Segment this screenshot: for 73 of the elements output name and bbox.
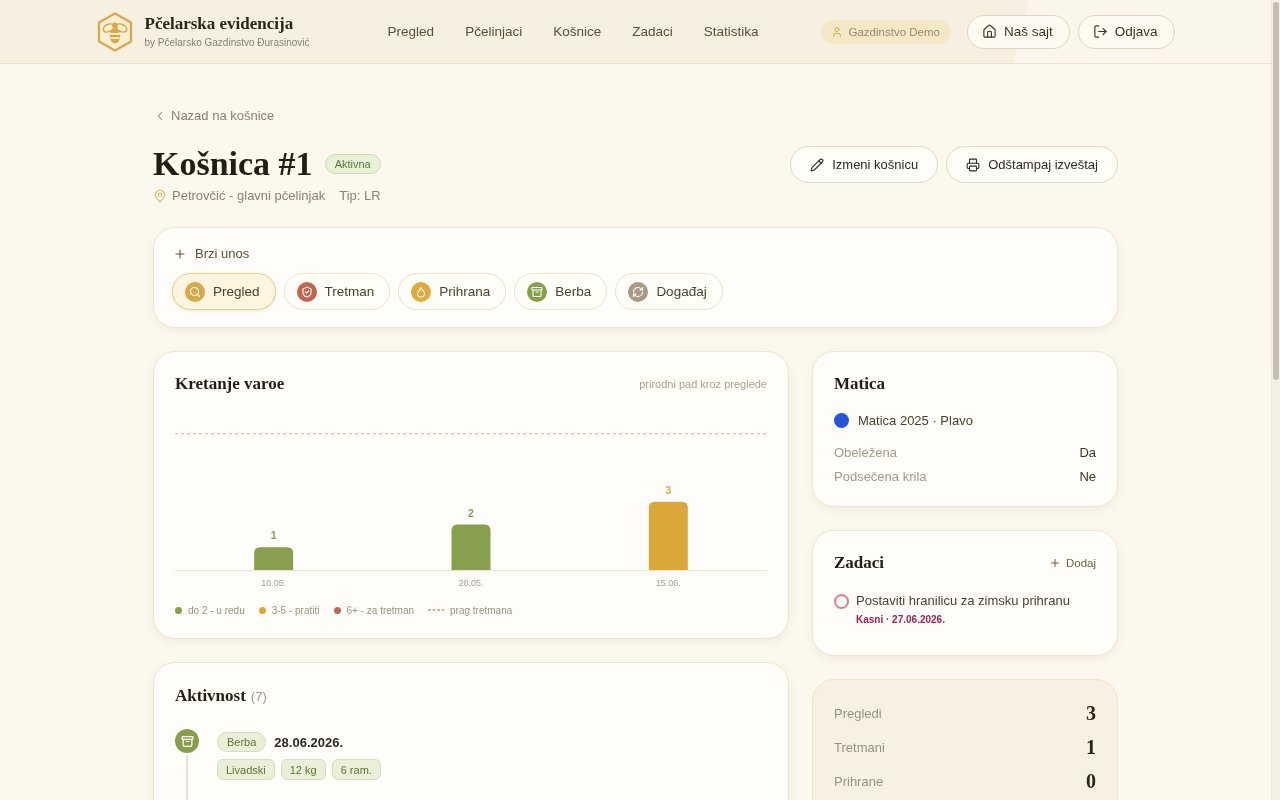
x-axis-label: 15.06. [655,578,681,588]
quick-entry-button[interactable]: Pregled [172,273,276,310]
detail-tag: 6 ram. [331,759,381,780]
quick-entry-button[interactable]: Tretman [283,273,391,310]
user-icon [830,25,843,38]
map-pin-icon [153,189,167,203]
x-axis-label: 10.05. [261,578,287,588]
header-button[interactable]: Naš sajt [966,14,1070,49]
card-caption: prirodni pad kroz preglede [639,378,767,390]
legend-label: do 2 - u redu [188,604,245,616]
stat-label: Tretmani [834,739,885,755]
plus-icon [173,247,187,261]
section-title: Brzi unos [195,246,250,262]
nav-link[interactable]: Pčelinjaci [465,22,523,44]
scrollbar-thumb[interactable] [1273,2,1279,380]
detail-label: Obeležena [834,444,897,460]
card-title: Aktivnost [175,686,246,706]
location-text: Petrovčić - glavni pčelinjak [172,188,326,204]
task-title: Postaviti hranilicu za zimsku prihranu [856,592,1070,610]
detail-value: Da [1079,444,1096,460]
card-title: Zadaci [834,553,885,573]
page-title: Košnica #1 [153,144,313,184]
logout-icon [1092,24,1108,39]
plus-icon [1048,557,1061,569]
legend-label: prag tretmana [450,604,513,616]
hive-type-text: Tip: LR [339,188,381,204]
legend-label: 3-5 - pratiti [271,604,320,616]
nav-link[interactable]: Statistika [703,22,759,44]
card-title: Kretanje varoe [175,374,285,394]
stat-value: 3 [1086,701,1096,725]
quick-entry-button[interactable]: Događaj [615,273,723,310]
detail-tag: Livadski [217,759,275,780]
stat-value: 0 [1086,769,1096,793]
task-checkbox[interactable] [834,593,849,609]
dashed-line-icon [428,609,445,611]
detail-label: Podsečena krila [834,468,927,484]
count-label: (7) [250,689,267,704]
quick-entry-button[interactable]: Berba [514,273,608,310]
chart-bar [451,524,491,570]
quick-entry-button[interactable]: Prihrana [398,273,507,310]
printer-icon [966,157,981,172]
stat-value: 1 [1086,735,1096,759]
chart-bar [648,501,688,570]
card-title: Matica [834,374,885,394]
bar-value-label: 1 [270,529,277,542]
chart-bar [254,547,294,570]
detail-value: Ne [1079,468,1096,484]
add-task-link[interactable]: Dodaj [1048,557,1096,569]
entry-date: 28.06.2026. [274,734,344,750]
type-badge: Berba [217,732,267,752]
house-icon [981,24,997,39]
hexagon-bee-logo [96,11,133,52]
stat-label: Prihrane [834,773,884,789]
action-button[interactable]: Izmeni košnicu [790,146,939,183]
pencil-icon [810,157,825,172]
task-due-date: Kasni · 27.06.2026. [856,613,945,627]
detail-tag: 12 kg [280,759,326,780]
stat-label: Pregledi [834,705,882,721]
bar-value-label: 3 [665,483,672,496]
brand-subtitle: by Pčelarsko Gazdinstvo Đurasinović [144,37,310,49]
nav-link[interactable]: Košnice [553,22,602,44]
nav-link[interactable]: Zadaci [632,22,673,44]
nav-link[interactable]: Pregled [387,22,435,44]
account-name: Gazdinstvo Demo [848,25,940,38]
header-button[interactable]: Odjava [1077,14,1175,49]
queen-name: Matica 2025 · Plavo [858,412,973,428]
bar-value-label: 2 [468,506,474,519]
brand-title: Pčelarska evidencija [144,14,295,34]
action-button[interactable]: Odštampaj izveštaj [946,146,1118,183]
x-axis-label: 28.05. [458,578,484,588]
status-badge: Aktivna [324,154,381,174]
legend-label: 6+ - za tretman [346,604,415,616]
back-link[interactable]: Nazad na košnice [153,108,275,124]
